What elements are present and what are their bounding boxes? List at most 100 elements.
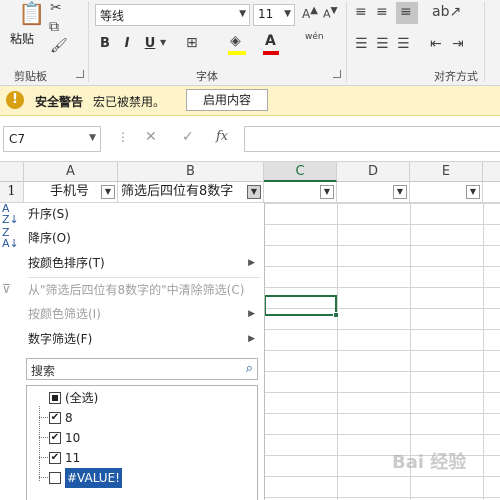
filter-dropdown-icon[interactable]: ▼ — [393, 185, 407, 199]
checkbox-unchecked[interactable] — [49, 472, 61, 484]
cut-icon[interactable]: ✂ — [50, 0, 62, 16]
checkbox-partial[interactable] — [49, 392, 61, 404]
align-bottom-button[interactable]: ≡ — [396, 2, 418, 24]
chevron-down-icon: ▼ — [89, 133, 96, 143]
column-header-e[interactable]: E — [410, 162, 483, 182]
column-header-a[interactable]: A — [24, 162, 118, 182]
font-color-swatch — [263, 51, 279, 55]
font-name-dropdown[interactable]: 等线 ▼ — [95, 4, 250, 26]
row-number[interactable]: 1 — [0, 182, 24, 202]
phonetic-icon[interactable]: wén — [305, 32, 324, 42]
filter-value-list[interactable]: (全选) ✔ 8 ✔ 10 ✔ 11 #VALUE! — [26, 385, 258, 500]
checkbox-checked[interactable]: ✔ — [49, 432, 61, 444]
menu-item-filter-by-color[interactable]: 按颜色筛选(I) ▶ — [0, 303, 265, 325]
header-cell-filtered[interactable]: 筛选后四位有8数字 ▼ — [118, 182, 264, 202]
font-size-value: 11 — [258, 7, 274, 21]
search-placeholder: 搜索 — [31, 364, 56, 378]
menu-item-clear-filter[interactable]: ⊽ 从"筛选后四位有8数字的"中清除筛选(C) — [0, 279, 265, 301]
font-color-icon[interactable]: A — [265, 33, 276, 49]
chevron-down-icon: ▼ — [284, 9, 291, 19]
paste-icon[interactable]: 📋 — [18, 2, 45, 27]
name-box[interactable]: C7 ▼ — [3, 126, 101, 152]
column-header-d[interactable]: D — [337, 162, 410, 182]
menu-item-sort-by-color[interactable]: 按颜色排序(T) ▶ — [0, 252, 265, 274]
gridline — [483, 203, 484, 500]
fill-handle[interactable] — [333, 312, 339, 318]
insert-function-icon[interactable]: fx — [216, 129, 228, 144]
search-input[interactable]: 搜索 ⌕ — [26, 358, 258, 380]
watermark: Bai 经验 — [392, 452, 467, 473]
filter-dropdown-icon[interactable]: ▼ — [247, 185, 261, 199]
divider — [88, 2, 89, 82]
menu-item-label: 按颜色排序(T) — [28, 256, 105, 270]
align-left-icon[interactable]: ☰ — [355, 36, 368, 52]
fill-color-icon[interactable]: ◈ — [230, 33, 241, 49]
paste-button-label[interactable]: 粘贴 — [10, 30, 34, 47]
chevron-right-icon: ▶ — [248, 258, 255, 268]
chevron-down-icon[interactable]: ▼ — [160, 38, 166, 47]
header-cell-e[interactable]: ▼ — [410, 182, 483, 202]
select-all-corner[interactable] — [0, 162, 24, 182]
align-top-icon[interactable]: ≡ — [355, 4, 367, 20]
list-item-label: 10 — [65, 431, 81, 445]
checkbox-checked[interactable]: ✔ — [49, 412, 61, 424]
menu-item-label: 降序(O) — [28, 231, 71, 245]
security-warning-bar: ! 安全警告 宏已被禁用。 启用内容 — [0, 86, 500, 116]
font-group-label: 字体 — [196, 70, 218, 83]
formula-input[interactable] — [244, 126, 500, 152]
security-warning-title: 安全警告 — [35, 95, 84, 109]
tree-line — [39, 477, 48, 478]
menu-item-number-filter[interactable]: 数字筛选(F) ▶ — [0, 328, 265, 350]
tree-line — [39, 437, 48, 438]
chevron-right-icon: ▶ — [248, 309, 255, 319]
orientation-icon[interactable]: ab↗ — [432, 4, 461, 20]
align-right-icon[interactable]: ☰ — [397, 36, 410, 52]
bold-button[interactable]: B — [96, 36, 114, 51]
header-cell-phone[interactable]: 手机号 ▼ — [24, 182, 118, 202]
clipboard-launcher-icon[interactable] — [76, 70, 84, 78]
filter-dropdown-icon[interactable]: ▼ — [101, 185, 115, 199]
filter-dropdown-icon[interactable]: ▼ — [466, 185, 480, 199]
column-header-b[interactable]: B — [118, 162, 264, 182]
format-painter-icon[interactable]: 🖌 — [50, 38, 68, 54]
column-header-c[interactable]: C — [264, 162, 337, 182]
copy-icon[interactable]: ⧉ — [49, 19, 59, 35]
filter-dropdown-icon[interactable]: ▼ — [320, 185, 334, 199]
security-warning-message: 宏已被禁用。 — [93, 95, 166, 109]
name-box-value: C7 — [9, 132, 26, 146]
decrease-font-icon[interactable]: A▼ — [323, 5, 338, 21]
header-cell-text: 筛选后四位有8数字 — [121, 184, 234, 199]
divider — [346, 2, 347, 82]
underline-button[interactable]: U — [141, 36, 159, 51]
menu-item-sort-asc[interactable]: A Z↓ 升序(S) — [0, 203, 265, 225]
menu-item-label: 升序(S) — [28, 207, 69, 221]
search-icon[interactable]: ⌕ — [246, 361, 253, 376]
cancel-icon[interactable]: ✕ — [145, 129, 157, 145]
selected-cell[interactable] — [264, 295, 339, 318]
enter-icon[interactable]: ✓ — [182, 129, 194, 145]
clipboard-group-label: 剪贴板 — [14, 70, 47, 83]
fill-color-swatch — [228, 51, 246, 55]
header-cell-c[interactable]: ▼ — [264, 182, 337, 202]
enable-content-button[interactable]: 启用内容 — [186, 89, 268, 111]
header-cell-text: 手机号 — [50, 184, 90, 199]
list-item-label: 11 — [65, 451, 81, 465]
alignment-group-label: 对齐方式 — [434, 70, 478, 83]
menu-item-label: 按颜色筛选(I) — [28, 307, 101, 321]
increase-indent-icon[interactable]: ⇥ — [452, 36, 464, 52]
align-center-icon[interactable]: ☰ — [376, 36, 389, 52]
increase-font-icon[interactable]: A▲ — [302, 5, 318, 21]
sort-asc-icon: A Z↓ — [2, 202, 19, 226]
font-size-dropdown[interactable]: 11 ▼ — [253, 4, 295, 26]
tree-line — [39, 457, 48, 458]
border-icon[interactable]: ⊞ — [186, 35, 198, 51]
decrease-indent-icon[interactable]: ⇤ — [430, 36, 442, 52]
header-cell-d[interactable]: ▼ — [337, 182, 410, 202]
italic-button[interactable]: I — [118, 36, 136, 51]
checkbox-checked[interactable]: ✔ — [49, 452, 61, 464]
menu-item-sort-desc[interactable]: Z A↓ 降序(O) — [0, 227, 265, 249]
sort-desc-icon: Z A↓ — [2, 226, 19, 250]
align-middle-icon[interactable]: ≡ — [376, 4, 388, 20]
formula-bar-grip-icon: ⋮ — [117, 130, 129, 144]
font-launcher-icon[interactable] — [333, 70, 341, 78]
